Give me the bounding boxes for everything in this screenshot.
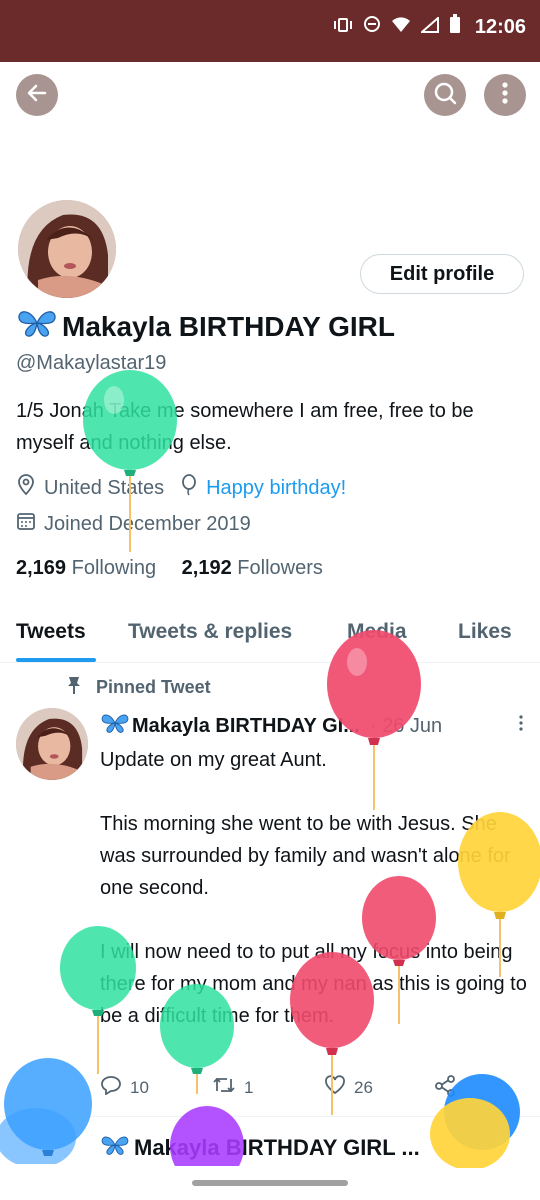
balloon-purple [170,1106,244,1166]
profile-avatar[interactable] [14,196,120,302]
search-button[interactable] [424,74,466,116]
pin-icon [66,675,82,700]
tweet-avatar[interactable] [16,708,88,780]
dnd-icon [363,15,381,39]
following-link[interactable]: 2,169 Following [16,557,156,579]
balloon-red [327,630,421,810]
back-arrow-icon [25,81,49,110]
status-icons: 12:06 [333,14,526,40]
tab-likes[interactable]: Likes [458,620,512,644]
status-bar: 12:06 [0,0,540,62]
following-label: Following [71,557,157,579]
balloon-icon [180,474,198,502]
following-count: 2,169 [16,557,67,579]
follow-stats: 2,169 Following 2,192 Followers [16,557,323,580]
balloon-yellow [458,812,540,977]
calendar-icon [16,511,36,537]
pinned-label: Pinned Tweet [66,675,211,700]
gesture-nav-bar[interactable] [192,1180,348,1186]
balloon-green [83,370,177,552]
display-name-text: Makayla BIRTHDAY GIRL [62,310,395,342]
edit-profile-button[interactable]: Edit profile [360,254,524,294]
search-icon [432,80,458,111]
butterfly-icon [100,712,130,740]
battery-icon [449,14,461,40]
tab-tweets-replies[interactable]: Tweets & replies [128,620,292,644]
followers-label: Followers [237,557,323,579]
pinned-text: Pinned Tweet [96,677,211,697]
back-button[interactable] [16,74,58,116]
reply-button[interactable]: 10 [100,1075,149,1100]
wifi-icon [391,16,411,39]
status-time: 12:06 [474,15,526,38]
balloon-green-small [60,926,136,1074]
tab-tweets[interactable]: Tweets [16,620,86,644]
retweet-count: 1 [244,1077,254,1097]
more-button[interactable] [484,74,526,116]
profile-meta-row: United States Happy birthday! [16,474,346,502]
next-tweet-header: Makayla BIRTHDAY GIRL ... [100,1134,420,1162]
reply-count: 10 [130,1077,149,1097]
tweet-more-icon[interactable] [518,714,524,738]
balloon-blue [0,1058,92,1164]
balloon-red-medium [290,952,374,1115]
reply-icon [100,1075,122,1100]
signal-icon [419,15,439,39]
balloon-blue-yellow [430,1074,520,1168]
more-vertical-icon [501,81,509,110]
vibrate-icon [333,16,353,39]
followers-count: 2,192 [181,557,232,579]
butterfly-icon [100,1134,130,1162]
display-name: Makayla BIRTHDAY GIRL [16,308,395,345]
tweet-header: Makayla BIRTHDAY GI... · 26 Jun [100,712,530,740]
profile-tabs: Tweets Tweets & replies Media Likes [0,612,540,663]
followers-link[interactable]: 2,192 Followers [182,557,323,579]
balloon-green-lower [160,984,234,1094]
butterfly-icon [16,308,58,345]
birthday-link[interactable]: Happy birthday! [206,477,346,500]
location-pin-icon [16,474,36,502]
active-tab-indicator [16,658,96,662]
